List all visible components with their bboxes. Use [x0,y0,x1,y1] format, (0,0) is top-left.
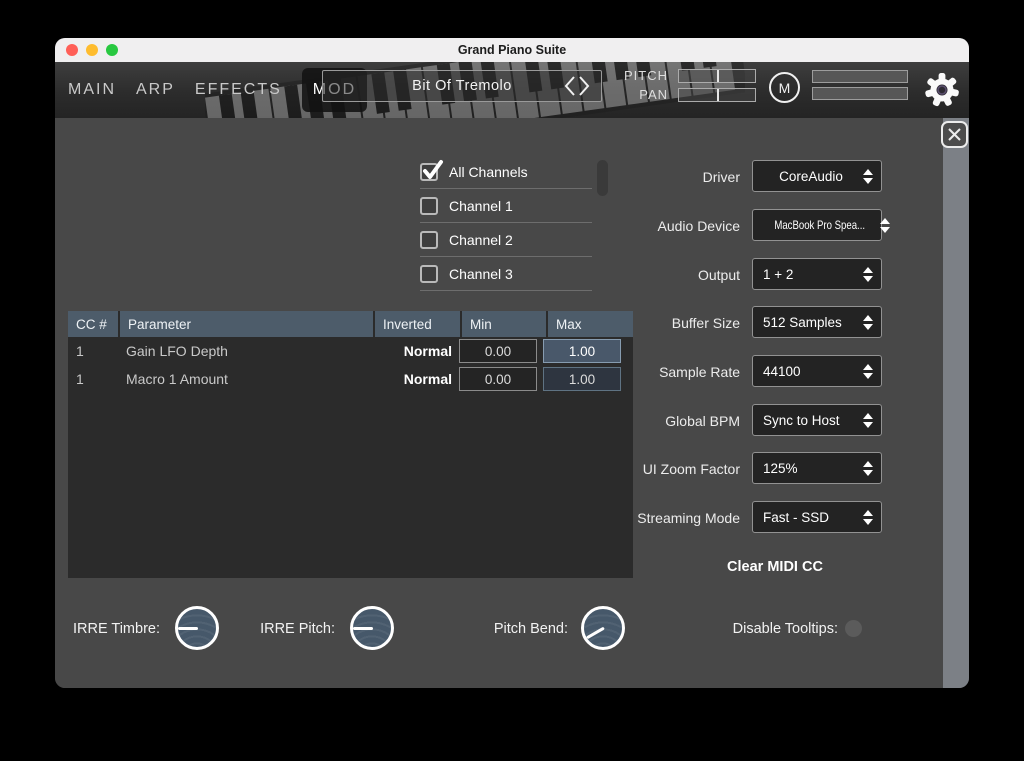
channel-row-all[interactable]: All Channels [420,155,592,189]
settings-panel: All Channels Channel 1 Channel 2 Channel… [55,118,969,688]
inverted-state[interactable]: Normal [371,343,456,359]
preset-nav [563,75,591,97]
midi-cc-table: CC # Parameter Inverted Min Max 1 Gain L… [68,311,633,578]
max-value-input[interactable]: 1.00 [543,367,621,391]
channel-label: All Channels [449,164,528,180]
cc-number: 1 [68,343,118,359]
column-max: Max [548,311,633,337]
up-down-arrows-icon [863,461,873,476]
irre-pitch-knob[interactable] [350,606,394,650]
table-row[interactable]: 1 Macro 1 Amount Normal 0.00 1.00 [68,365,633,393]
midi-channel-list: All Channels Channel 1 Channel 2 Channel… [420,155,592,291]
titlebar: Grand Piano Suite [55,38,969,62]
plugin-window: Grand Piano Suite MAIN ARP EFFECTS MOD B… [55,38,969,688]
minimize-window-button[interactable] [86,44,98,56]
knob-pointer [586,626,605,638]
parameter-name: Gain LFO Depth [118,343,371,359]
zoom-window-button[interactable] [106,44,118,56]
checkbox-unchecked[interactable] [420,231,438,249]
column-cc: CC # [68,311,118,337]
driver-select[interactable]: CoreAudio [752,160,882,192]
disable-tooltips-label: Disable Tooltips: [695,621,838,637]
inverted-state[interactable]: Normal [371,371,456,387]
midi-button[interactable]: M [769,72,800,103]
driver-label: Driver [570,169,740,185]
min-value-input[interactable]: 0.00 [459,367,537,391]
window-controls [66,44,118,56]
chevron-right-icon[interactable] [577,75,591,97]
pitch-slider-handle[interactable] [717,70,719,82]
channel-label: Channel 2 [449,232,513,248]
channel-row-3[interactable]: Channel 3 [420,257,592,291]
audio-device-label: Audio Device [570,218,740,234]
global-bpm-select[interactable]: Sync to Host [752,404,882,436]
checkmark-icon [421,158,445,182]
up-down-arrows-icon [863,364,873,379]
ui-zoom-factor-select[interactable]: 125% [752,452,882,484]
right-scrollbar-track[interactable] [943,118,969,688]
audio-device-select[interactable]: MacBook Pro Spea... [752,209,882,241]
preset-selector[interactable]: Bit Of Tremolo [322,70,602,102]
clear-midi-cc-button[interactable]: Clear MIDI CC [685,559,865,575]
output-label: Output [570,267,740,283]
checkbox-checked[interactable] [420,163,438,181]
knob-pointer [353,627,373,630]
cc-number: 1 [68,371,118,387]
irre-timbre-label: IRRE Timbre: [55,621,160,637]
channel-label: Channel 1 [449,198,513,214]
pitch-bend-label: Pitch Bend: [455,621,568,637]
x-icon [947,127,962,142]
meter-bar-1 [812,70,908,83]
preset-name: Bit Of Tremolo [412,78,512,94]
pitch-slider[interactable] [678,69,756,83]
parameter-name: Macro 1 Amount [118,371,371,387]
knob-pointer [178,627,198,630]
pitch-bend-knob[interactable] [581,606,625,650]
pan-label: PAN [608,87,668,102]
checkbox-unchecked[interactable] [420,265,438,283]
sample-rate-select[interactable]: 44100 [752,355,882,387]
output-select[interactable]: 1 + 2 [752,258,882,290]
column-parameter: Parameter [120,311,373,337]
meter-bar-2 [812,87,908,100]
checkbox-unchecked[interactable] [420,197,438,215]
table-row[interactable]: 1 Gain LFO Depth Normal 0.00 1.00 [68,337,633,365]
gear-icon[interactable] [924,72,960,108]
pan-slider[interactable] [678,88,756,102]
window-title: Grand Piano Suite [458,43,566,57]
up-down-arrows-icon [863,315,873,330]
plugin-header: MAIN ARP EFFECTS MOD Bit Of Tremolo PITC… [55,62,969,118]
up-down-arrows-icon [863,413,873,428]
channel-row-2[interactable]: Channel 2 [420,223,592,257]
channel-row-1[interactable]: Channel 1 [420,189,592,223]
up-down-arrows-icon [863,510,873,525]
table-header: CC # Parameter Inverted Min Max [68,311,633,337]
streaming-mode-select[interactable]: Fast - SSD [752,501,882,533]
channel-label: Channel 3 [449,266,513,282]
column-min: Min [462,311,546,337]
min-value-input[interactable]: 0.00 [459,339,537,363]
tab-main[interactable]: MAIN [68,81,116,99]
close-panel-button[interactable] [941,121,968,148]
pitch-label: PITCH [608,68,668,83]
tab-effects[interactable]: EFFECTS [195,81,282,99]
close-window-button[interactable] [66,44,78,56]
disable-tooltips-toggle[interactable] [845,620,862,637]
irre-pitch-label: IRRE Pitch: [235,621,335,637]
pan-slider-handle[interactable] [717,89,719,101]
irre-timbre-knob[interactable] [175,606,219,650]
tab-arp[interactable]: ARP [136,81,175,99]
up-down-arrows-icon [863,169,873,184]
max-value-input[interactable]: 1.00 [543,339,621,363]
up-down-arrows-icon [863,267,873,282]
column-inverted: Inverted [375,311,460,337]
buffer-size-select[interactable]: 512 Samples [752,306,882,338]
up-down-arrows-icon [880,218,890,233]
chevron-left-icon[interactable] [563,75,577,97]
